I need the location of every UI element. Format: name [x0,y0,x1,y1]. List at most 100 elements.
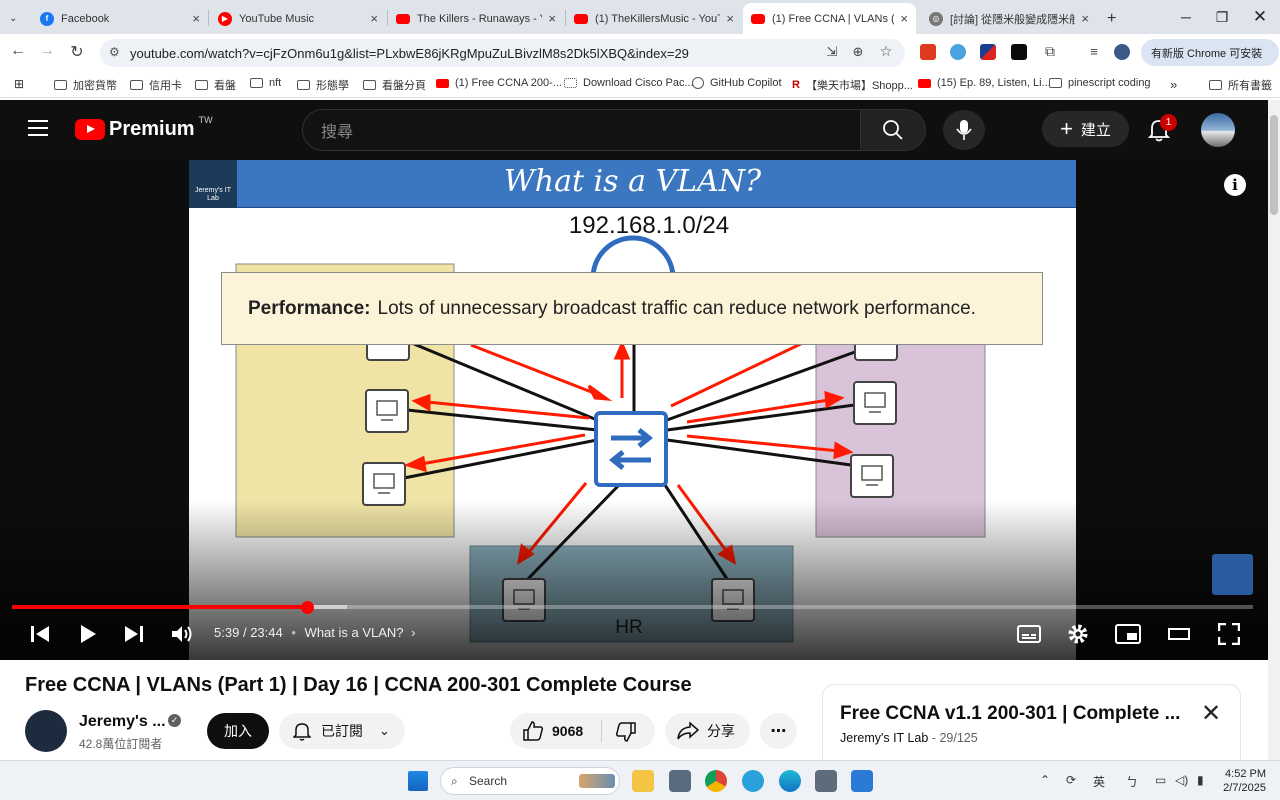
channel-watermark[interactable] [1212,554,1253,595]
back-button[interactable]: ← [8,42,28,60]
extension-flag-icon[interactable] [980,44,996,60]
clock[interactable]: 4:52 PM 2/7/2025 [1218,767,1266,795]
tab-free-ccna[interactable]: (1) Free CCNA | VLANs (Pa × [743,3,916,34]
install-app-icon[interactable]: ⇲ [822,44,842,60]
miniplayer-button[interactable] [1114,622,1142,646]
tab-forum-post[interactable]: ◎ [討論] 從隱米般變成隱米般 × [921,3,1097,34]
subtitles-button[interactable] [1016,622,1042,646]
volume-icon[interactable]: ◁) [1175,773,1188,787]
extension-dark-icon[interactable] [1011,44,1027,60]
bookmark-youtube[interactable]: (15) Ep. 89, Listen, Li... [918,77,1051,89]
sync-icon[interactable]: ⟳ [1066,773,1076,787]
bookmark-label: 信用卡 [149,80,182,92]
close-icon[interactable]: × [370,11,378,26]
bookmark-folder[interactable]: nft [250,77,281,89]
all-bookmarks-button[interactable]: 所有書籤 [1209,77,1272,93]
bookmark-folder[interactable]: 加密貨幣 [54,77,117,93]
bookmark-folder[interactable]: pinescript coding [1049,77,1151,89]
create-button[interactable]: + 建立 [1042,111,1129,147]
zoom-icon[interactable]: ⊕ [848,44,868,60]
tab-search-button[interactable]: ⌄ [4,3,28,34]
site-info-icon[interactable]: ⚙ [109,45,120,59]
play-button[interactable] [76,622,100,646]
chevron-right-icon[interactable]: › [411,625,415,640]
network-icon[interactable]: ▭ [1155,773,1166,787]
bookmark-cisco[interactable]: Download Cisco Pac... [564,77,694,89]
video-player[interactable]: What is a VLAN? Jeremy's IT Lab 192.168.… [0,160,1268,660]
next-button[interactable] [122,622,146,646]
playlist-title[interactable]: Free CCNA v1.1 200-301 | Complete ... [840,703,1180,725]
notepad-icon[interactable] [851,770,873,792]
bookmarks-overflow-button[interactable]: » [1170,77,1177,92]
info-icon[interactable]: i [1224,174,1246,196]
ime-indicator[interactable]: 英 [1093,773,1105,790]
channel-avatar[interactable] [25,710,67,752]
playlist-channel[interactable]: Jeremy's IT Lab [840,731,928,745]
fullscreen-button[interactable] [1216,622,1242,646]
forward-button[interactable]: → [37,42,57,60]
tab-killers-music[interactable]: (1) TheKillersMusic - YouTu × [566,3,742,34]
ime-mode-icon[interactable]: ㄅ [1126,773,1138,790]
theater-mode-button[interactable] [1166,622,1192,646]
bookmark-folder[interactable]: 形態學 [297,77,349,93]
bookmark-label: 形態學 [316,80,349,92]
profile-avatar-icon[interactable] [1114,44,1130,60]
user-avatar[interactable] [1201,113,1235,147]
extensions-puzzle-icon[interactable]: ⧉ [1040,43,1060,60]
tab-facebook[interactable]: f Facebook × [32,3,208,34]
search-input[interactable]: 搜尋 [302,109,862,151]
extension-circle-icon[interactable] [950,44,966,60]
bookmark-folder[interactable]: 看盤分頁 [363,77,426,93]
join-button[interactable]: 加入 [207,713,269,749]
bookmark-star-icon[interactable]: ☆ [876,43,896,60]
tab-killers-runaways[interactable]: The Killers - Runaways - Yo × [388,3,564,34]
menu-icon[interactable] [28,120,48,136]
new-tab-button[interactable]: + [1099,3,1121,34]
chrome-update-button[interactable]: 有新版 Chrome 可安裝 [1141,39,1279,66]
battery-icon[interactable]: ▮ [1197,773,1204,787]
like-button[interactable] [522,721,544,744]
apps-grid-icon[interactable]: ⊞ [14,77,24,91]
previous-button[interactable] [28,622,52,646]
youtube-premium-logo[interactable]: Premium TW [75,115,213,141]
tray-overflow-icon[interactable]: ⌃ [1040,773,1050,787]
share-button[interactable]: 分享 [665,713,750,749]
close-window-button[interactable]: ✕ [1238,0,1280,34]
close-icon[interactable]: ✕ [1201,699,1221,728]
close-icon[interactable]: × [192,11,200,26]
close-icon[interactable]: × [548,11,556,26]
scrollbar-thumb[interactable] [1270,115,1278,215]
close-icon[interactable]: × [726,11,734,26]
close-icon[interactable]: × [900,11,908,26]
bookmark-folder[interactable]: 看盤 [195,77,236,93]
channel-name[interactable]: Jeremy's ... [79,713,166,731]
search-button[interactable] [860,109,926,151]
chrome-icon[interactable] [705,770,727,792]
edge-icon[interactable] [779,770,801,792]
taskbar-search[interactable]: ⌕ Search [440,767,620,795]
app-icon[interactable] [669,770,691,792]
reload-button[interactable]: ↻ [67,42,87,62]
telegram-icon[interactable] [742,770,764,792]
bookmark-rakuten[interactable]: R 【樂天市場】Shopp... [792,77,913,93]
calculator-icon[interactable] [815,770,837,792]
bookmark-youtube[interactable]: (1) Free CCNA 200-... [436,77,562,89]
progress-bar[interactable] [12,605,1253,609]
dislike-button[interactable] [615,722,637,745]
volume-button[interactable] [170,622,194,646]
subscribed-button[interactable]: 已訂閱 ⌄ [279,713,405,749]
more-actions-button[interactable]: ⋯ [760,713,797,749]
tab-youtube-music[interactable]: ▶ YouTube Music × [210,3,386,34]
address-bar[interactable]: ⚙ youtube.com/watch?v=cjFzOnm6u1g&list=P… [100,39,905,67]
bookmark-github-copilot[interactable]: GitHub Copilot [692,77,782,89]
windows-start-icon[interactable] [408,771,428,791]
bookmark-folder[interactable]: 信用卡 [130,77,182,93]
file-explorer-icon[interactable] [632,770,654,792]
bookmark-label: GitHub Copilot [710,77,782,89]
settings-button[interactable] [1066,622,1090,646]
extension-new-icon[interactable] [920,44,936,60]
chapter-title[interactable]: What is a VLAN? [305,625,404,640]
media-controls-icon[interactable]: ≡ [1084,44,1104,59]
voice-search-button[interactable] [943,110,985,150]
close-icon[interactable]: × [1081,11,1089,26]
